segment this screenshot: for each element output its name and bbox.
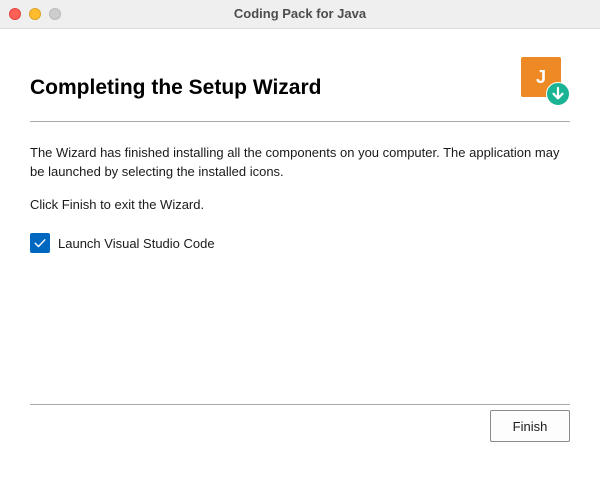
- page-title: Completing the Setup Wizard: [30, 76, 322, 99]
- download-arrow-icon: [546, 82, 570, 106]
- header-divider: [30, 121, 570, 122]
- footer-divider: [30, 404, 570, 405]
- completion-message: The Wizard has finished installing all t…: [30, 145, 560, 179]
- launch-vscode-checkbox[interactable]: [30, 233, 50, 253]
- finish-button[interactable]: Finish: [490, 410, 570, 442]
- java-download-icon: J: [521, 57, 571, 107]
- window-title: Coding Pack for Java: [233, 6, 367, 21]
- launch-vscode-label[interactable]: Launch Visual Studio Code: [58, 234, 215, 253]
- setup-wizard-window: Coding Pack for Java Completing the Setu…: [0, 0, 600, 480]
- title-bar[interactable]: Coding Pack for Java: [0, 0, 600, 29]
- exit-instructions: Click Finish to exit the Wizard.: [30, 197, 205, 212]
- checkmark-icon: [34, 239, 46, 248]
